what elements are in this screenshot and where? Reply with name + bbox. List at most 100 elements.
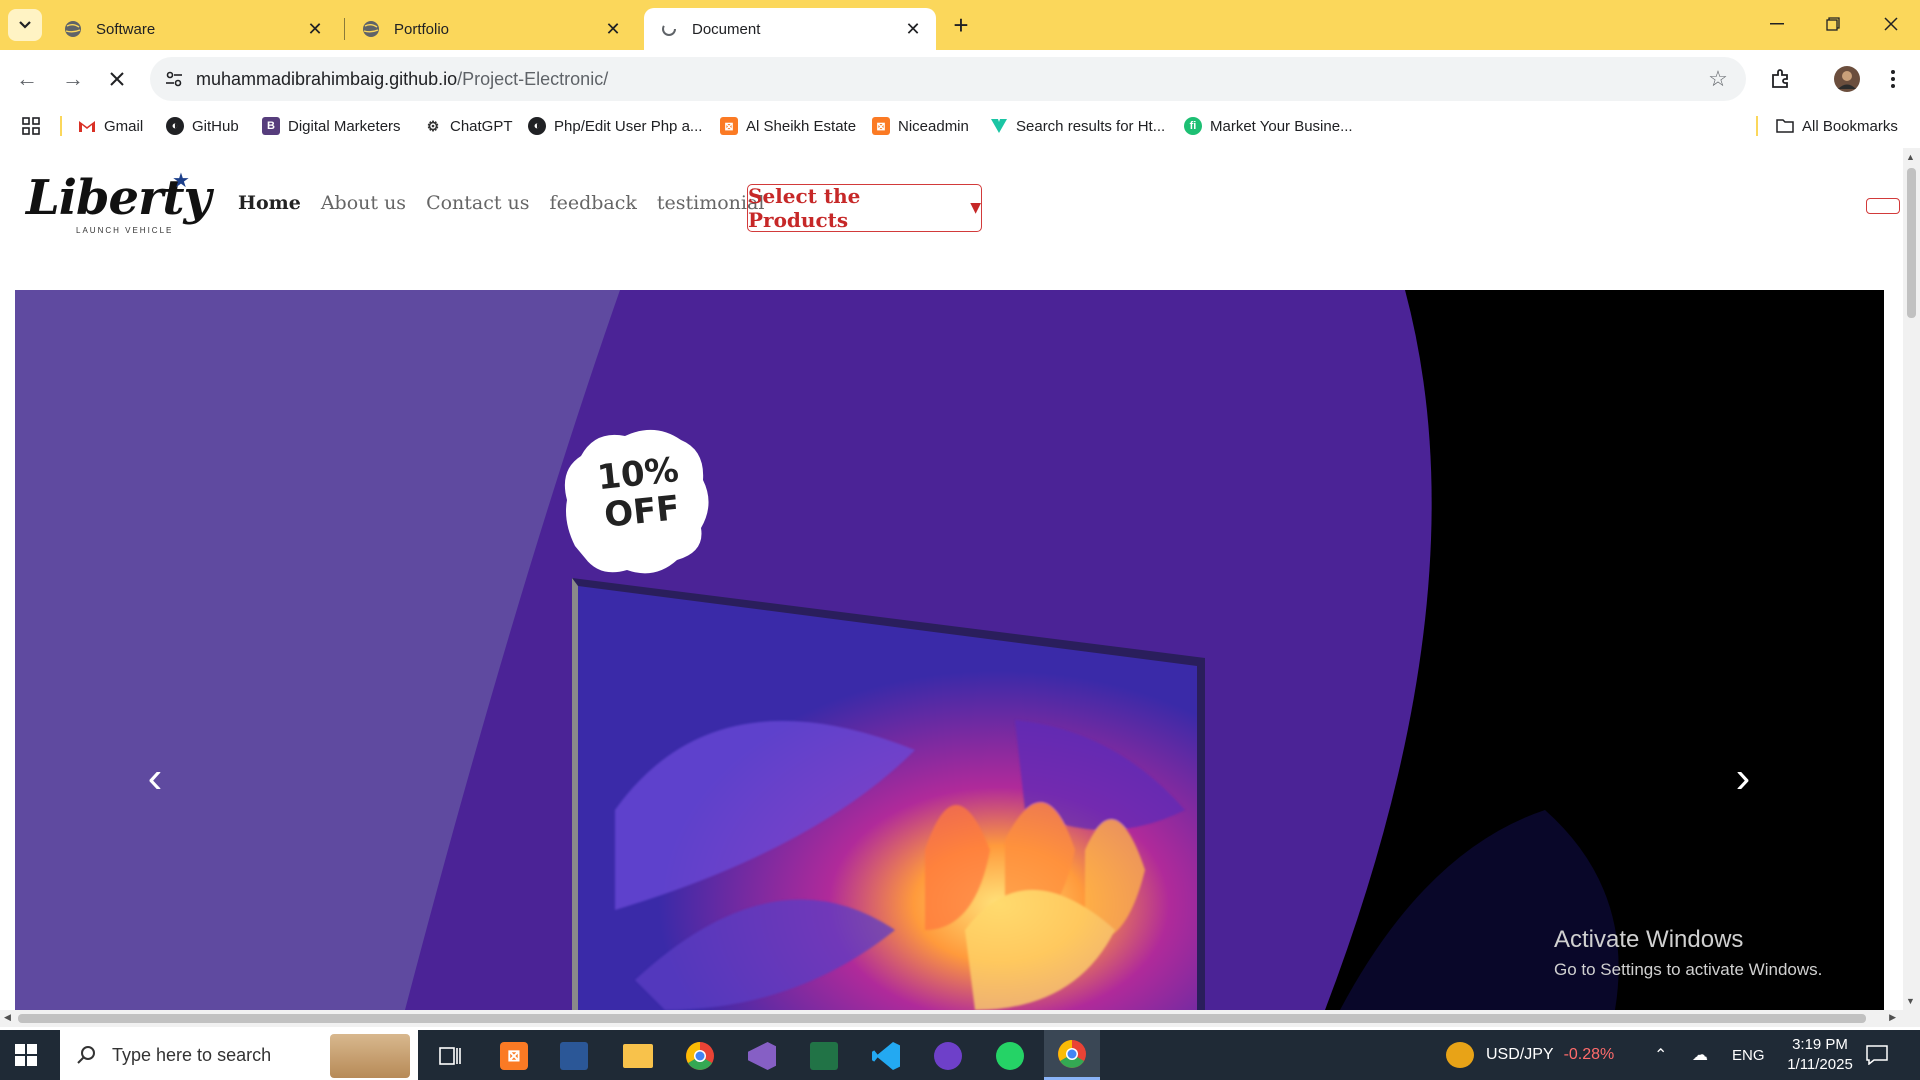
back-button[interactable]: ← xyxy=(10,62,44,96)
extensions-button[interactable] xyxy=(1764,62,1798,96)
vertical-scrollbar[interactable]: ▲ ▼ xyxy=(1903,148,1920,1010)
bookmark-gmail[interactable]: Gmail xyxy=(78,114,143,138)
scrollbar-thumb[interactable] xyxy=(18,1014,1866,1023)
bookmark-niceadmin[interactable]: ⊠ Niceadmin xyxy=(872,114,969,138)
chevron-down-icon xyxy=(19,21,31,29)
site-info-icon[interactable] xyxy=(162,67,186,91)
file-explorer-button[interactable] xyxy=(620,1038,656,1074)
new-tab-button[interactable]: + xyxy=(946,10,976,40)
chrome-button[interactable] xyxy=(682,1038,718,1074)
search-placeholder: Type here to search xyxy=(112,1044,272,1065)
apps-button[interactable] xyxy=(22,114,40,138)
vscode-icon xyxy=(872,1042,900,1070)
tab-document[interactable]: Document ✕ xyxy=(644,8,936,50)
xampp-icon: ⊠ xyxy=(500,1042,528,1070)
chevron-up-icon: ⌃ xyxy=(1654,1047,1668,1064)
taskbar-clock[interactable]: 3:19 PM 1/11/2025 xyxy=(1765,1035,1875,1075)
scroll-left-icon[interactable]: ◀ xyxy=(4,1012,11,1023)
close-tab-icon[interactable]: ✕ xyxy=(902,18,924,40)
xampp-app-button[interactable]: ⊠ xyxy=(496,1038,532,1074)
gmail-icon xyxy=(78,117,96,135)
nav-feedback[interactable]: feedback xyxy=(550,192,637,214)
site-logo[interactable]: Liberty ★ LAUNCH VEHICLE xyxy=(26,168,211,243)
task-view-button[interactable] xyxy=(432,1038,468,1074)
horizontal-scrollbar[interactable]: ◀ ▶ xyxy=(0,1010,1920,1027)
scrollbar-thumb[interactable] xyxy=(1907,168,1916,318)
all-bookmarks-button[interactable]: All Bookmarks xyxy=(1776,114,1898,138)
bookmark-al-sheikh-estate[interactable]: ⊠ Al Sheikh Estate xyxy=(720,114,856,138)
fiverr-icon: fi xyxy=(1184,117,1202,135)
bookmark-divider xyxy=(1756,116,1758,136)
close-tab-icon[interactable]: ✕ xyxy=(304,18,326,40)
github-desktop-button[interactable] xyxy=(930,1038,966,1074)
stop-loading-button[interactable] xyxy=(100,62,134,96)
caret-down-icon: ▼ xyxy=(970,200,981,216)
whatsapp-button[interactable] xyxy=(992,1038,1028,1074)
restore-button[interactable] xyxy=(1810,6,1856,42)
visual-studio-button[interactable] xyxy=(744,1038,780,1074)
close-tab-icon[interactable]: ✕ xyxy=(602,18,624,40)
nav-about[interactable]: About us xyxy=(321,192,406,214)
plus-icon: + xyxy=(953,9,969,40)
address-bar[interactable]: muhammadibrahimbaig.github.io/Project-El… xyxy=(150,57,1746,101)
scroll-right-icon[interactable]: ▶ xyxy=(1889,1012,1896,1023)
restore-icon xyxy=(1826,17,1840,31)
coins-icon xyxy=(1446,1042,1474,1068)
onedrive-button[interactable]: ☁ xyxy=(1692,1030,1708,1080)
carousel-prev-button[interactable]: ‹ xyxy=(135,748,175,808)
ticker-label: USD/JPY xyxy=(1486,1046,1554,1063)
navbar-toggle-button[interactable] xyxy=(1866,198,1900,214)
minimize-button[interactable] xyxy=(1754,6,1800,42)
bookmark-label: GitHub xyxy=(192,117,239,135)
activate-windows-watermark: Activate Windows Go to Settings to activ… xyxy=(1554,926,1822,980)
start-button[interactable] xyxy=(14,1043,38,1067)
bookmark-market-your-business[interactable]: fi Market Your Busine... xyxy=(1184,114,1353,138)
close-window-button[interactable] xyxy=(1868,6,1914,42)
notifications-button[interactable] xyxy=(1866,1030,1888,1080)
star-icon: ★ xyxy=(172,170,190,192)
excel-app-button[interactable] xyxy=(806,1038,842,1074)
bookmark-digital-marketers[interactable]: B Digital Marketers xyxy=(262,114,401,138)
language-indicator[interactable]: ENG xyxy=(1732,1030,1765,1080)
bookmark-chatgpt[interactable]: ⚙ ChatGPT xyxy=(424,114,513,138)
menu-button[interactable] xyxy=(1876,62,1910,96)
select-products-dropdown[interactable]: Select the Products ▼ xyxy=(747,184,982,232)
chevron-right-icon: › xyxy=(1735,753,1751,802)
watermark-title: Activate Windows xyxy=(1554,926,1744,953)
tab-search-button[interactable] xyxy=(8,9,42,41)
whatsapp-icon xyxy=(996,1042,1024,1070)
tab-divider xyxy=(344,18,345,40)
clock-date: 1/11/2025 xyxy=(1787,1056,1853,1073)
windows-icon xyxy=(15,1044,37,1066)
nav-contact[interactable]: Contact us xyxy=(426,192,529,214)
bookmark-star-icon[interactable]: ☆ xyxy=(1706,66,1730,91)
forward-button[interactable]: → xyxy=(56,62,90,96)
bookmark-php-edit-user[interactable]: ◐ Php/Edit User Php a... xyxy=(528,114,702,138)
taskbar-search-box[interactable]: Type here to search xyxy=(60,1030,418,1080)
remote-desktop-button[interactable] xyxy=(556,1038,592,1074)
vscode-button[interactable] xyxy=(868,1038,904,1074)
currency-widget[interactable]: USD/JPY -0.28% xyxy=(1446,1030,1614,1080)
nav-home[interactable]: Home xyxy=(238,192,301,214)
bookmark-github[interactable]: ◐ GitHub xyxy=(166,114,239,138)
carousel-next-button[interactable]: › xyxy=(1723,748,1763,808)
bookmark-search-results[interactable]: Search results for Ht... xyxy=(990,114,1165,138)
scroll-down-icon[interactable]: ▼ xyxy=(1906,996,1915,1006)
bookmark-label: ChatGPT xyxy=(450,117,513,135)
tab-software[interactable]: Software ✕ xyxy=(48,8,338,50)
scroll-up-icon[interactable]: ▲ xyxy=(1906,152,1915,162)
show-hidden-icons-button[interactable]: ⌃ xyxy=(1654,1030,1667,1080)
arrow-left-icon: ← xyxy=(16,66,38,91)
close-icon xyxy=(110,72,124,86)
chrome-icon xyxy=(1058,1039,1086,1068)
chrome-active-button[interactable] xyxy=(1044,1030,1100,1080)
ticker-change: -0.28% xyxy=(1563,1046,1615,1063)
discount-badge: 10% OFF xyxy=(571,448,708,537)
tab-portfolio[interactable]: Portfolio ✕ xyxy=(346,8,636,50)
profile-button[interactable] xyxy=(1830,62,1864,96)
bookmark-label: Digital Marketers xyxy=(288,117,401,135)
apps-grid-icon xyxy=(22,117,40,135)
hero-carousel: 10% OFF ‹ › xyxy=(15,290,1884,1010)
language-label: ENG xyxy=(1732,1046,1765,1064)
dropdown-label: Select the Products xyxy=(748,184,861,232)
